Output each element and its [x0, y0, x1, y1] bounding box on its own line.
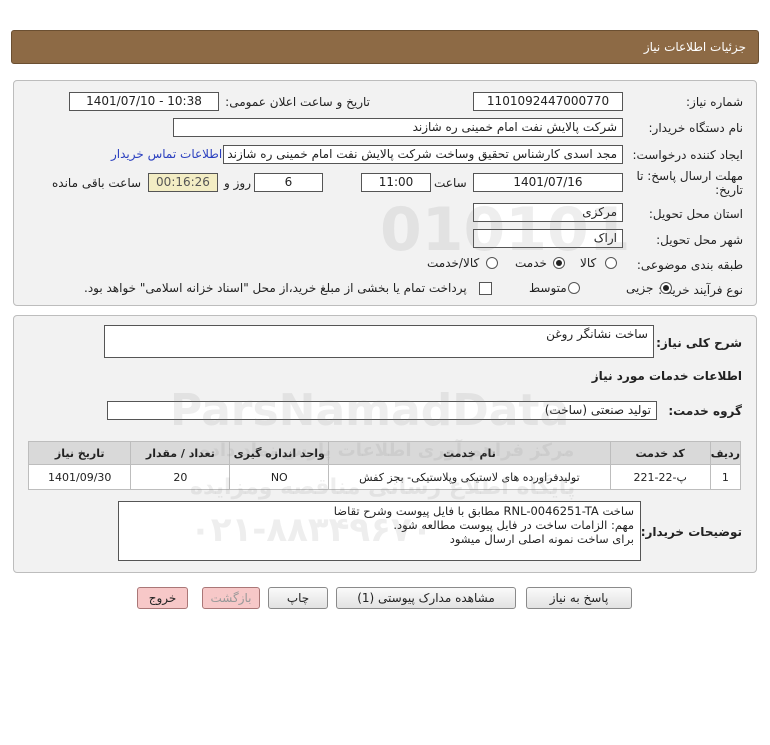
- remaining-time-label: ساعت باقی مانده: [52, 176, 142, 190]
- col-need-date: تاریخ نیاز: [27, 441, 132, 465]
- table-row: 1 پ-22-221 تولیدفراورده های لاستیکی وپلا…: [27, 464, 742, 490]
- buyer-notes-label: توضیحات خریدار:: [640, 525, 742, 539]
- view-attachments-button[interactable]: مشاهده مدارک پیوستی (1): [336, 587, 516, 609]
- need-number-field: 1101092447000770: [473, 92, 623, 111]
- print-button[interactable]: چاپ: [268, 587, 328, 609]
- services-heading: اطلاعات خدمات مورد نیاز: [591, 369, 742, 383]
- deadline-time-field: 11:00: [361, 173, 431, 192]
- need-info-panel: [13, 80, 757, 306]
- service-group-label: گروه خدمت:: [668, 404, 742, 418]
- deadline-date-field: 1401/07/16: [473, 173, 623, 192]
- city-field: اراک: [473, 229, 623, 248]
- col-unit: واحد اندازه گیری: [229, 441, 330, 465]
- treasury-payment-checkbox[interactable]: [479, 282, 492, 295]
- col-service-code: کد خدمت: [609, 441, 711, 465]
- buyer-note-line: برای ساخت نمونه اصلی ارسال میشود: [449, 532, 634, 546]
- services-table-header: ردیف کد خدمت نام خدمت واحد اندازه گیری ت…: [27, 441, 742, 465]
- exit-button[interactable]: خروج: [137, 587, 188, 609]
- page-title: جزئیات اطلاعات نیاز: [643, 40, 746, 54]
- col-quantity: تعداد / مقدار: [130, 441, 231, 465]
- reply-button[interactable]: پاسخ به نیاز: [526, 587, 632, 609]
- province-label: استان محل تحویل:: [648, 207, 743, 221]
- purchase-radio-medium[interactable]: [568, 282, 580, 294]
- days-label: روز و: [224, 176, 251, 190]
- cell-row: 1: [709, 464, 742, 490]
- category-radio-goods-service[interactable]: [486, 257, 498, 269]
- category-option-service: خدمت: [515, 256, 547, 270]
- col-row: ردیف: [709, 441, 742, 465]
- buyer-contact-link[interactable]: اطلاعات تماس خریدار: [111, 147, 222, 161]
- services-table: ردیف کد خدمت نام خدمت واحد اندازه گیری ت…: [27, 441, 742, 490]
- treasury-payment-note: پرداخت تمام یا بخشی از مبلغ خرید،از محل …: [84, 281, 467, 295]
- deadline-label: مهلت ارسال پاسخ: تا: [636, 169, 743, 183]
- cell-quantity: 20: [130, 464, 231, 490]
- creator-field: مجد اسدی کارشناس تحقیق وساخت شرکت پالایش…: [223, 145, 623, 164]
- deadline-label-2: تاریخ:: [715, 183, 743, 197]
- page-title-bar: جزئیات اطلاعات نیاز: [11, 30, 759, 64]
- buyer-org-label: نام دستگاه خریدار:: [648, 121, 744, 135]
- cell-unit: NO: [229, 464, 330, 490]
- purchase-option-minor: جزیی: [626, 281, 654, 295]
- category-label: طبقه بندی موضوعی:: [636, 258, 743, 272]
- back-button[interactable]: بازگشت: [202, 587, 260, 609]
- purchase-option-medium: متوسط: [529, 281, 567, 295]
- purchase-radio-minor[interactable]: [660, 282, 672, 294]
- category-radio-goods[interactable]: [605, 257, 617, 269]
- announce-date-field: 1401/07/10 - 10:38: [69, 92, 219, 111]
- days-field: 6: [254, 173, 323, 192]
- cell-service-code: پ-22-221: [609, 464, 711, 490]
- deadline-time-label: ساعت: [434, 176, 467, 190]
- province-field: مرکزی: [473, 203, 623, 222]
- cell-service-name: تولیدفراورده های لاستیکی وپلاستیکی- بجز …: [328, 464, 611, 490]
- category-option-goods-service: کالا/خدمت: [427, 256, 480, 270]
- need-number-label: شماره نیاز:: [686, 95, 743, 109]
- buyer-notes-box: ساخت RNL-0046251-TA مطابق با فایل پیوست …: [118, 501, 641, 561]
- creator-label: ایجاد کننده درخواست:: [632, 148, 743, 162]
- remaining-time-field: 00:16:26: [148, 173, 218, 192]
- announce-date-label: تاریخ و ساعت اعلان عمومی:: [225, 95, 370, 109]
- category-radio-service[interactable]: [553, 257, 565, 269]
- need-summary-label: شرح کلی نیاز:: [656, 336, 742, 350]
- buyer-note-line: مهم: الزامات ساخت در فایل پیوست مطالعه ش…: [393, 518, 634, 532]
- category-option-goods: کالا: [580, 256, 597, 270]
- cell-need-date: 1401/09/30: [27, 464, 132, 490]
- service-group-field: تولید صنعتی (ساخت): [107, 401, 657, 420]
- buyer-org-field: شرکت پالایش نفت امام خمینی ره شازند: [173, 118, 623, 137]
- need-summary-field: ساخت نشانگر روغن: [104, 325, 654, 358]
- col-service-name: نام خدمت: [328, 441, 611, 465]
- city-label: شهر محل تحویل:: [656, 233, 743, 247]
- buyer-note-line: ساخت RNL-0046251-TA مطابق با فایل پیوست …: [333, 504, 634, 518]
